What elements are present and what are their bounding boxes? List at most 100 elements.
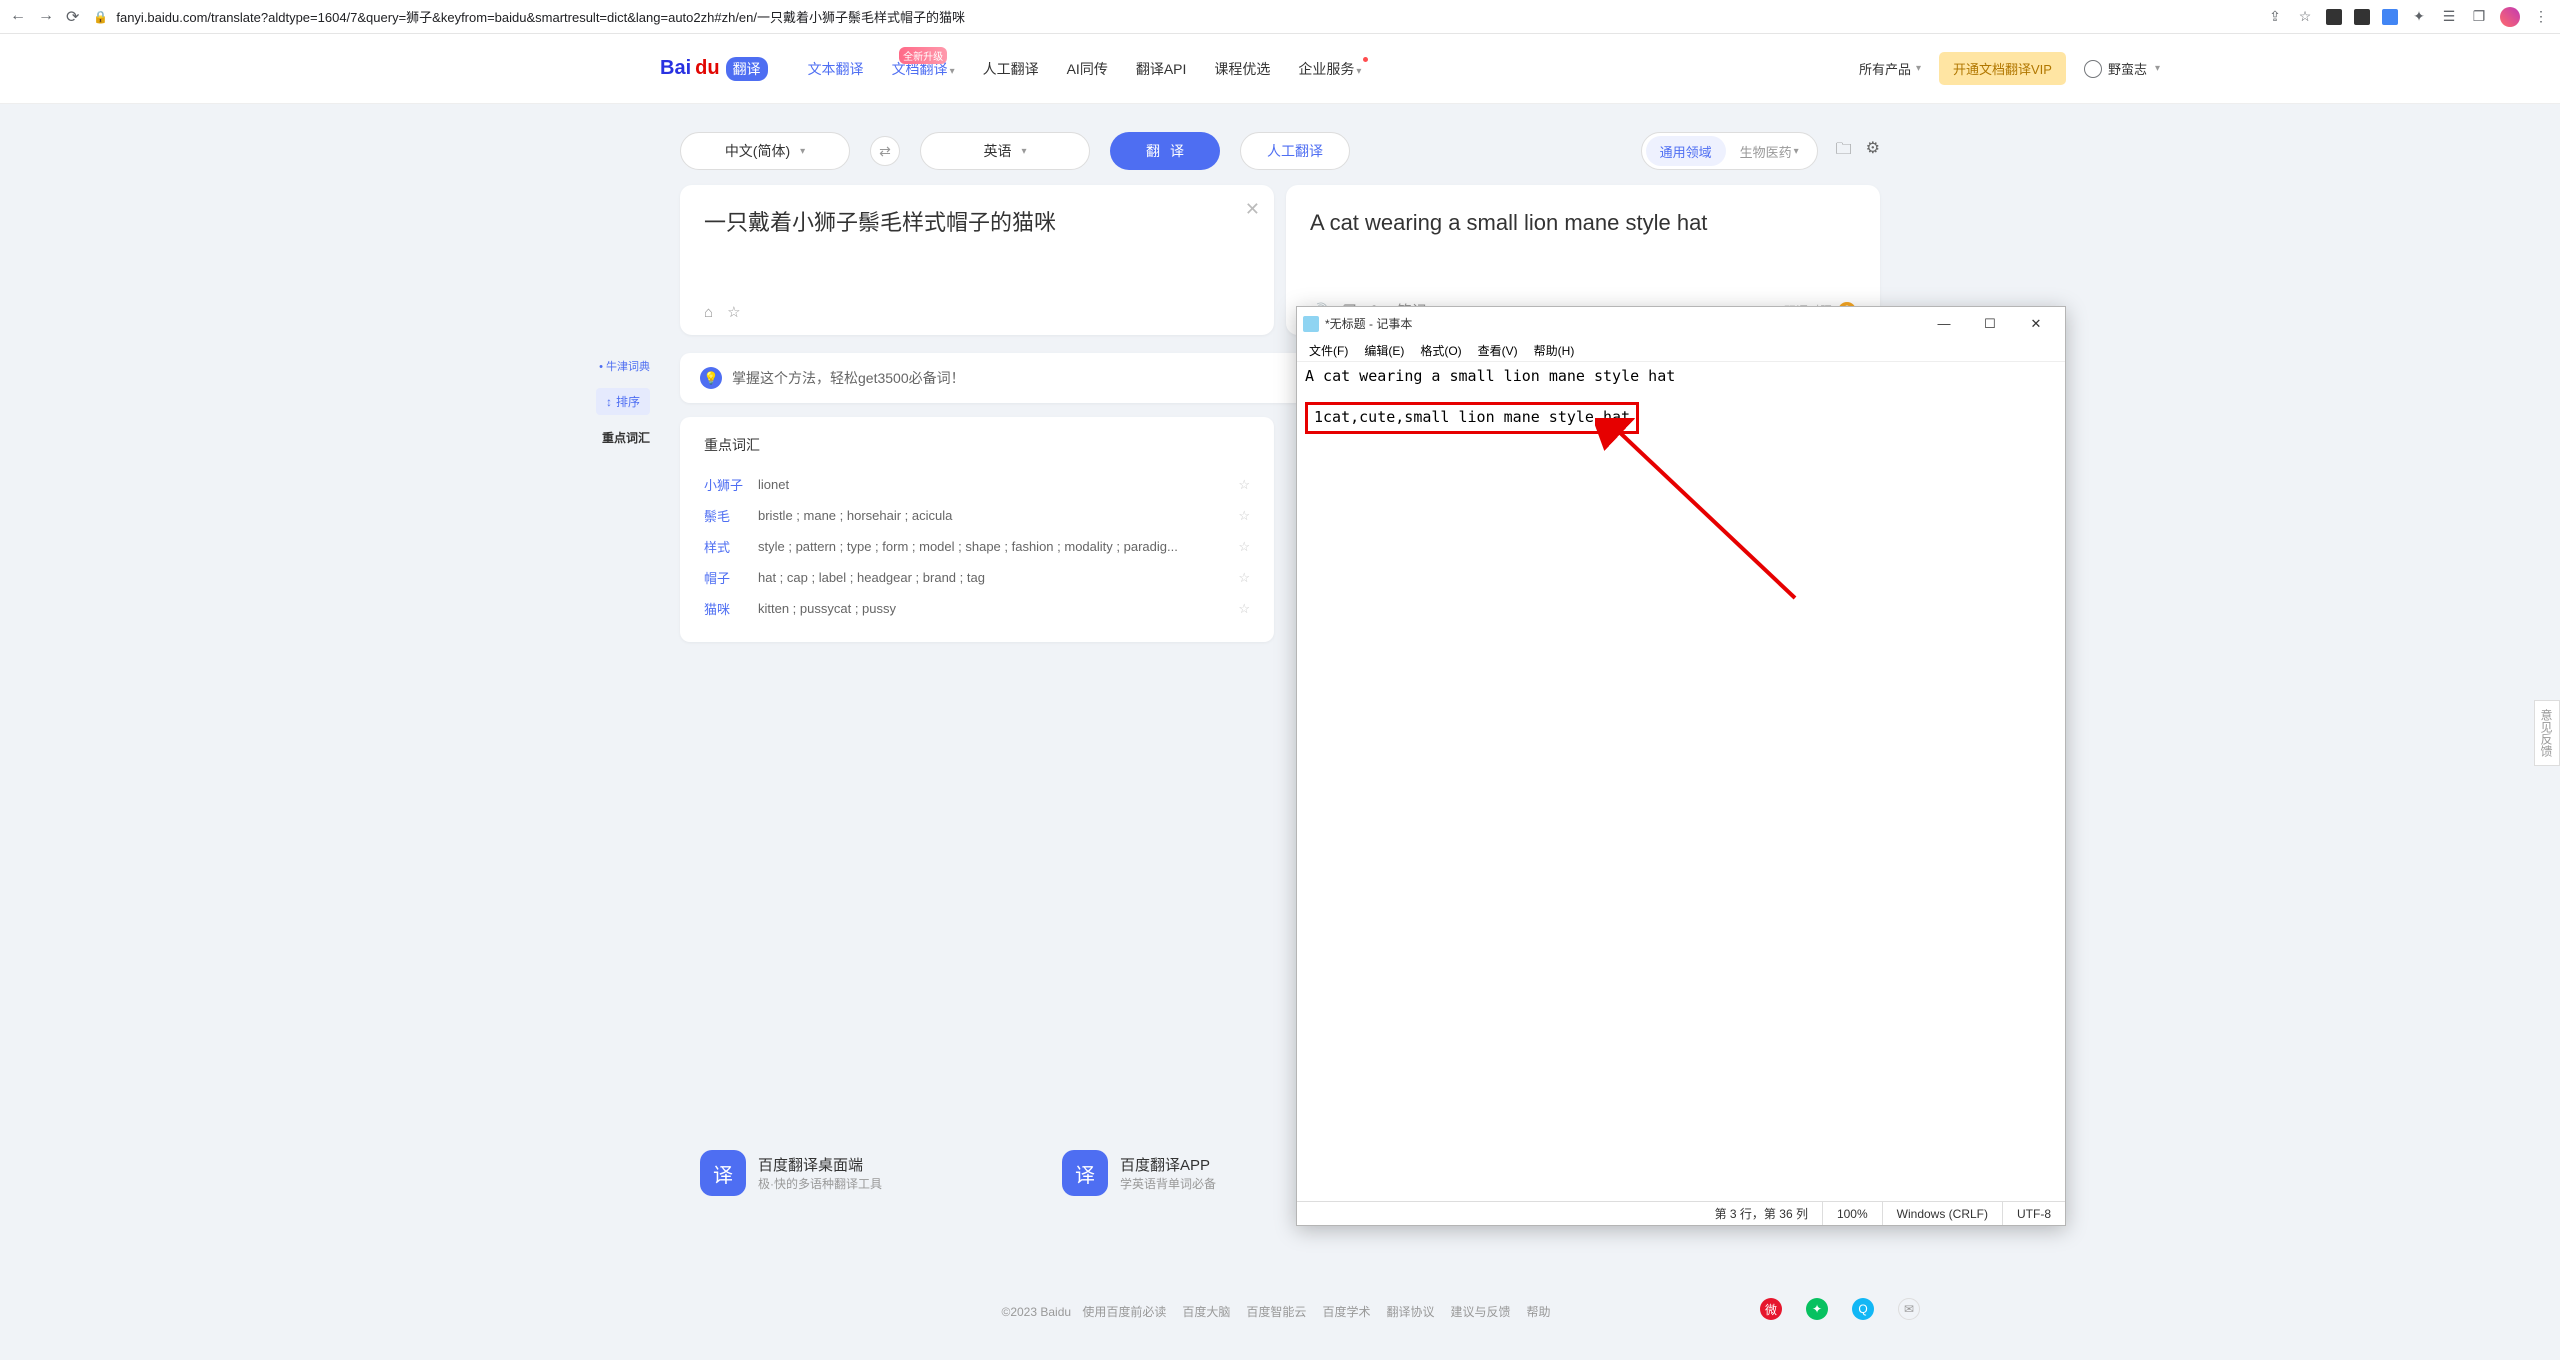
- forward-button[interactable]: →: [38, 7, 54, 27]
- nav-enterprise[interactable]: 企业服务▾: [1298, 59, 1361, 79]
- notepad-title: *无标题 - 记事本: [1325, 315, 1921, 332]
- menu-icon[interactable]: ⋮: [2532, 8, 2550, 26]
- settings-icon[interactable]: ⚙: [1866, 138, 1880, 165]
- promo-desktop[interactable]: 译 百度翻译桌面端 极·快的多语种翻译工具: [700, 1150, 882, 1196]
- notepad-menu-item[interactable]: 编辑(E): [1356, 340, 1412, 361]
- domain-selector: 通用领域 生物医药 ▾: [1641, 132, 1818, 170]
- desktop-app-icon: 译: [700, 1150, 746, 1196]
- footer-link[interactable]: 帮助: [1526, 1305, 1550, 1319]
- clear-button[interactable]: ✕: [1245, 199, 1260, 220]
- promo-app[interactable]: 译 百度翻译APP 学英语背单词必备: [1062, 1150, 1216, 1196]
- all-products-link[interactable]: 所有产品 ▾: [1859, 59, 1921, 78]
- puzzle-icon[interactable]: ✦: [2410, 8, 2428, 26]
- back-button[interactable]: ←: [10, 7, 26, 27]
- highlighted-text: 1cat,cute,small lion mane style hat: [1305, 402, 1639, 434]
- result-text: A cat wearing a small lion mane style ha…: [1310, 205, 1856, 240]
- star-icon[interactable]: ☆: [1238, 508, 1250, 524]
- footer-link[interactable]: 翻译协议: [1386, 1305, 1434, 1319]
- vocab-term[interactable]: 小狮子: [704, 475, 758, 494]
- nav-doc-translate[interactable]: 文档翻译全新升级▾: [892, 59, 955, 79]
- extension-1-icon[interactable]: [2326, 9, 2342, 25]
- notepad-menu-item[interactable]: 帮助(H): [1526, 340, 1583, 361]
- side-sort[interactable]: ↕ 排序: [596, 388, 650, 415]
- tip-text: 掌握这个方法，轻松get3500必备词！: [732, 368, 965, 388]
- nav-human-translate[interactable]: 人工翻译: [983, 59, 1039, 79]
- footer-link[interactable]: 百度智能云: [1246, 1305, 1306, 1319]
- qq-icon[interactable]: Q: [1852, 1298, 1874, 1320]
- star-icon[interactable]: ☆: [1238, 570, 1250, 586]
- vocab-term[interactable]: 样式: [704, 537, 758, 556]
- chevron-down-icon: ▾: [1021, 146, 1026, 157]
- notepad-menu-item[interactable]: 格式(O): [1412, 340, 1469, 361]
- notepad-titlebar[interactable]: *无标题 - 记事本 — ☐ ✕: [1297, 307, 2065, 340]
- vocab-term[interactable]: 帽子: [704, 568, 758, 587]
- browser-toolbar: ← → ⟳ 🔒 fanyi.baidu.com/translate?aldtyp…: [0, 0, 2560, 34]
- vocab-row: 小狮子lionet☆: [704, 469, 1250, 500]
- star-icon[interactable]: ☆: [1238, 539, 1250, 555]
- source-box: 一只戴着小狮子鬃毛样式帽子的猫咪 ✕ ⌂ ☆: [680, 185, 1274, 335]
- footer-link[interactable]: 百度大脑: [1182, 1305, 1230, 1319]
- reading-list-icon[interactable]: ☰: [2440, 8, 2458, 26]
- notepad-menu-item[interactable]: 查看(V): [1470, 340, 1526, 361]
- nav-api[interactable]: 翻译API: [1136, 59, 1187, 79]
- source-textarea[interactable]: 一只戴着小狮子鬃毛样式帽子的猫咪: [704, 205, 1250, 240]
- weibo-icon[interactable]: 微: [1760, 1298, 1782, 1320]
- reload-button[interactable]: ⟳: [66, 7, 79, 27]
- notepad-statusbar: 第 3 行，第 36 列 100% Windows (CRLF) UTF-8: [1297, 1201, 2065, 1225]
- window-controls: — ☐ ✕: [1921, 307, 2059, 340]
- red-dot-icon: [1363, 57, 1368, 62]
- footer-link[interactable]: 使用百度前必读: [1082, 1305, 1166, 1319]
- mail-icon[interactable]: ✉: [1898, 1298, 1920, 1320]
- status-eol: Windows (CRLF): [1882, 1202, 2002, 1225]
- side-rail: • 牛津词典 ↕ 排序 重点词汇: [570, 354, 650, 450]
- domain-general[interactable]: 通用领域: [1646, 136, 1726, 166]
- share-icon[interactable]: ⇪: [2266, 8, 2284, 26]
- social-icons: 微 ✦ Q ✉: [1760, 1298, 1920, 1320]
- logo[interactable]: Baidu 翻译: [660, 57, 768, 81]
- vocabulary-section: 重点词汇 小狮子lionet☆鬃毛bristle ; mane ; horseh…: [680, 417, 1274, 642]
- notepad-body[interactable]: A cat wearing a small lion mane style ha…: [1297, 362, 2065, 1201]
- nav-ai[interactable]: AI同传: [1067, 59, 1108, 79]
- folder-icon[interactable]: 🗀: [1836, 138, 1852, 165]
- maximize-button[interactable]: ☐: [1967, 307, 2013, 340]
- vocab-term[interactable]: 猫咪: [704, 599, 758, 618]
- star-icon[interactable]: ☆: [2296, 8, 2314, 26]
- source-tools: ⌂ ☆: [704, 303, 1250, 321]
- footer: ©2023 Baidu 使用百度前必读百度大脑百度智能云百度学术翻译协议建议与反…: [0, 1303, 2560, 1320]
- target-lang-select[interactable]: 英语▾: [920, 132, 1090, 170]
- pinyin-icon[interactable]: ⌂: [704, 304, 713, 321]
- status-zoom: 100%: [1822, 1202, 1882, 1225]
- side-key-vocab[interactable]: 重点词汇: [602, 425, 650, 450]
- minimize-button[interactable]: —: [1921, 307, 1967, 340]
- window-icon[interactable]: ❐: [2470, 8, 2488, 26]
- vip-button[interactable]: 开通文档翻译VIP: [1939, 52, 2066, 85]
- swap-button[interactable]: ⇄: [870, 136, 900, 166]
- star-icon[interactable]: ☆: [727, 303, 740, 321]
- side-dictionary[interactable]: • 牛津词典: [599, 354, 650, 378]
- notepad-menu-item[interactable]: 文件(F): [1301, 340, 1356, 361]
- extension-2-icon[interactable]: [2354, 9, 2370, 25]
- user-menu[interactable]: 野蛮志 ▾: [2084, 59, 2160, 78]
- star-icon[interactable]: ☆: [1238, 601, 1250, 617]
- profile-avatar-icon[interactable]: [2500, 7, 2520, 27]
- footer-link[interactable]: 百度学术: [1322, 1305, 1370, 1319]
- vocab-row: 猫咪kitten ; pussycat ; pussy ☆: [704, 593, 1250, 624]
- human-translate-button[interactable]: 人工翻译: [1240, 132, 1350, 170]
- vocab-defs: kitten ; pussycat ; pussy: [758, 601, 1230, 616]
- footer-link[interactable]: 建议与反馈: [1450, 1305, 1510, 1319]
- url-bar[interactable]: 🔒 fanyi.baidu.com/translate?aldtype=1604…: [93, 7, 2252, 26]
- extension-3-icon[interactable]: [2382, 9, 2398, 25]
- close-button[interactable]: ✕: [2013, 307, 2059, 340]
- source-lang-select[interactable]: 中文(简体)▾: [680, 132, 850, 170]
- star-icon[interactable]: ☆: [1238, 477, 1250, 493]
- vocab-term[interactable]: 鬃毛: [704, 506, 758, 525]
- feedback-tab[interactable]: 意见反馈: [2534, 700, 2560, 766]
- bulb-icon: 💡: [700, 367, 722, 389]
- wechat-icon[interactable]: ✦: [1806, 1298, 1828, 1320]
- lock-icon: 🔒: [93, 10, 108, 24]
- nav-course[interactable]: 课程优选: [1214, 59, 1270, 79]
- translate-button[interactable]: 翻译: [1110, 132, 1220, 170]
- domain-bio[interactable]: 生物医药 ▾: [1726, 136, 1813, 166]
- user-avatar-icon: [2084, 60, 2102, 78]
- nav-text-translate[interactable]: 文本翻译: [808, 59, 864, 79]
